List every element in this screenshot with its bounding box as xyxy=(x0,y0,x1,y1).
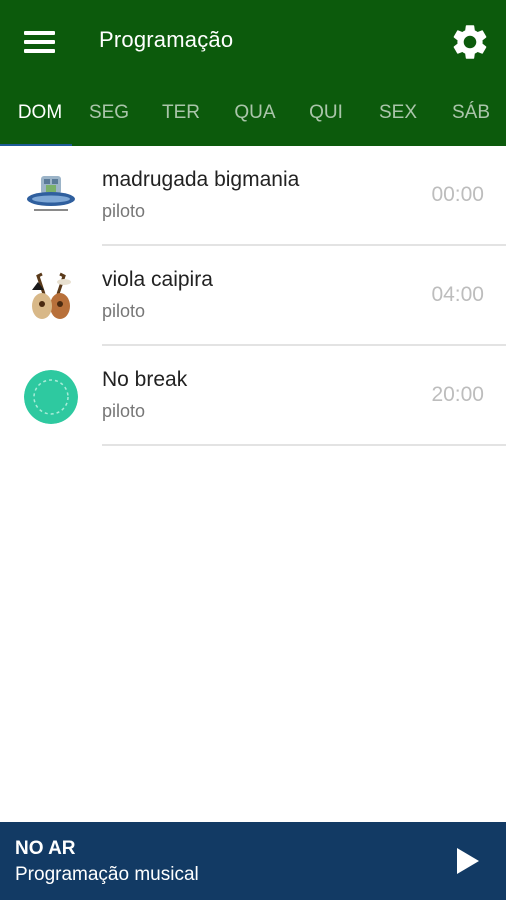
program-title: viola caipira xyxy=(102,268,213,291)
page-title: Programação xyxy=(99,27,234,52)
tab-qua[interactable]: QUA xyxy=(220,90,290,146)
on-air-label: NO AR xyxy=(15,838,76,859)
day-tabs: DOM SEG TER QUA QUI SEX SÁB xyxy=(0,90,506,146)
program-title: No break xyxy=(102,368,188,391)
program-title: madrugada bigmania xyxy=(102,168,300,191)
app-bar: Programação DOM SEG TER QUA QUI SEX SÁB xyxy=(0,0,506,146)
program-time: 20:00 xyxy=(431,383,484,406)
program-row[interactable]: No break piloto 20:00 xyxy=(0,346,506,446)
divider xyxy=(102,444,506,446)
program-time: 04:00 xyxy=(431,283,484,306)
hamburger-menu-icon[interactable] xyxy=(24,29,56,53)
program-host: piloto xyxy=(102,301,146,321)
tab-qui[interactable]: QUI xyxy=(291,90,361,146)
teal-circle-icon xyxy=(24,370,78,424)
bigmania-logo-icon xyxy=(24,170,78,224)
guitars-icon xyxy=(24,270,78,324)
program-host: piloto xyxy=(102,401,146,421)
tab-seg[interactable]: SEG xyxy=(74,90,144,146)
play-icon[interactable] xyxy=(454,846,482,876)
tab-sab[interactable]: SÁB xyxy=(436,90,506,146)
tab-dom[interactable]: DOM xyxy=(0,90,80,146)
program-host: piloto xyxy=(102,201,146,221)
now-playing-bar[interactable]: NO AR Programação musical xyxy=(0,822,506,900)
gear-icon[interactable] xyxy=(449,21,491,63)
program-row[interactable]: viola caipira piloto 04:00 xyxy=(0,246,506,346)
program-time: 00:00 xyxy=(431,183,484,206)
program-row[interactable]: madrugada bigmania piloto 00:00 xyxy=(0,146,506,246)
tab-ter[interactable]: TER xyxy=(146,90,216,146)
now-playing-title: Programação musical xyxy=(15,864,199,885)
tab-sex[interactable]: SEX xyxy=(363,90,433,146)
